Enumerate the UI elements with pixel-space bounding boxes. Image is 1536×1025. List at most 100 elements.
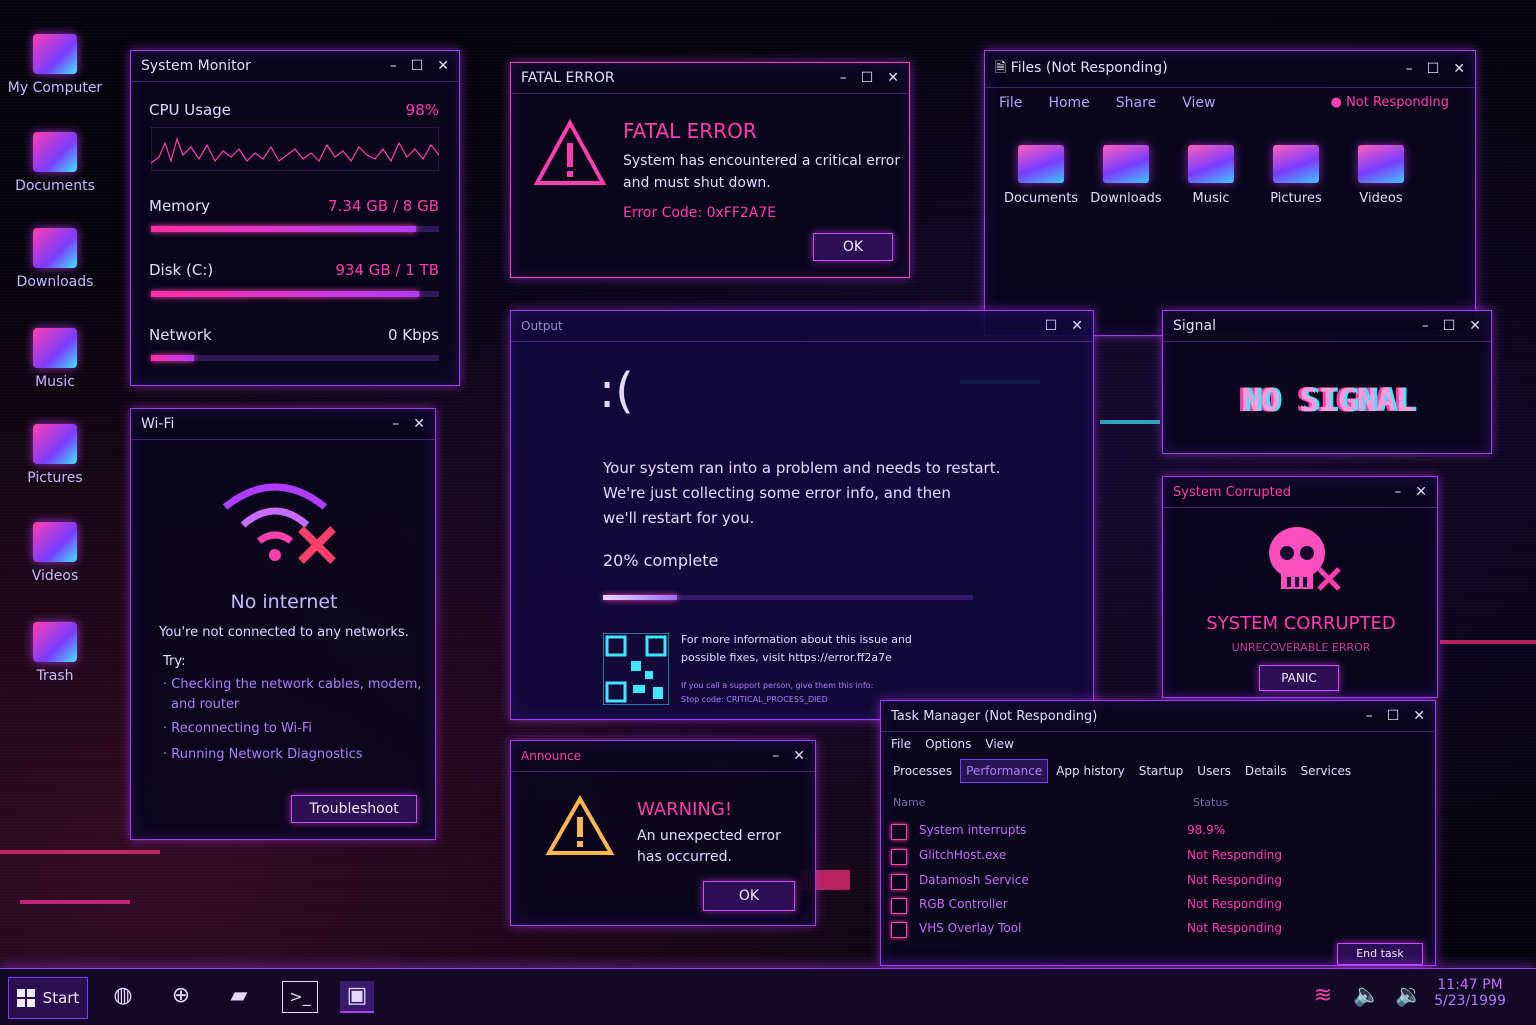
fatal-error-window: FATAL ERROR – ☐ ✕ FATAL ERROR System has… [510, 62, 910, 278]
table-row[interactable]: RGB Controller Not Responding [881, 895, 1421, 917]
bsod-titlebar[interactable]: Output ☐ ✕ [511, 311, 1093, 342]
minimize-icon[interactable]: – [1394, 484, 1401, 500]
wifi-off-icon[interactable]: ≋ [1306, 981, 1340, 1011]
globe-icon[interactable]: ◍ [106, 981, 140, 1011]
tab-services[interactable]: Services [1295, 759, 1358, 783]
minimize-icon[interactable]: – [392, 416, 399, 432]
table-row[interactable]: GlitchHost.exe Not Responding [881, 846, 1421, 868]
column-status-header[interactable]: Status [1193, 796, 1228, 809]
bsod-stop-code: Stop code: CRITICAL_PROCESS_DIED [681, 695, 828, 704]
files-titlebar[interactable]: 🗎 Files (Not Responding) – ☐ ✕ [985, 51, 1475, 88]
tm-menu-file[interactable]: File [891, 737, 911, 751]
column-name-header[interactable]: Name [893, 796, 925, 809]
minimize-icon[interactable]: – [1366, 708, 1373, 724]
fatal-error-titlebar[interactable]: FATAL ERROR – ☐ ✕ [511, 63, 909, 94]
table-row[interactable]: VHS Overlay Tool Not Responding [881, 919, 1421, 941]
tm-menu-view[interactable]: View [985, 737, 1013, 751]
panic-button[interactable]: PANIC [1259, 665, 1339, 691]
folder-icon[interactable]: ▰ [222, 981, 256, 1011]
network-bar [151, 355, 439, 361]
close-icon[interactable]: ✕ [1413, 708, 1425, 724]
folder-music[interactable]: Music [1171, 145, 1251, 206]
folder-downloads[interactable]: Downloads [1086, 145, 1166, 206]
music-note-icon [33, 328, 77, 368]
minimize-icon[interactable]: – [390, 58, 397, 74]
close-icon[interactable]: ✕ [887, 70, 899, 86]
table-row[interactable]: System interrupts 98.9% [881, 821, 1421, 843]
browser-icon[interactable]: ⊕ [164, 981, 198, 1011]
folder-videos[interactable]: Videos [1341, 145, 1421, 206]
disk-label: Disk (C:) [149, 261, 214, 279]
maximize-icon[interactable]: ☐ [1045, 318, 1058, 334]
files-menu-view[interactable]: View [1182, 95, 1215, 111]
close-icon[interactable]: ✕ [437, 58, 449, 74]
system-monitor-titlebar[interactable]: System Monitor – ☐ ✕ [131, 51, 459, 82]
desktop-icon-trash[interactable]: Trash [5, 622, 105, 684]
minimize-icon[interactable]: – [840, 70, 847, 86]
folder-pictures[interactable]: Pictures [1256, 145, 1336, 206]
corrupted-titlebar[interactable]: System Corrupted – ✕ [1163, 477, 1437, 508]
desktop-icon-documents[interactable]: Documents [5, 132, 105, 194]
maximize-icon[interactable]: ☐ [1443, 318, 1456, 334]
fatal-error-ok-button[interactable]: OK [813, 233, 893, 261]
volume-icon[interactable]: 🔈 [1350, 981, 1384, 1011]
troubleshoot-button[interactable]: Troubleshoot [291, 795, 417, 823]
tab-app-history[interactable]: App history [1050, 759, 1131, 783]
windows-logo-icon [16, 989, 35, 1007]
wifi-tip-2[interactable]: · Reconnecting to Wi-Fi [163, 721, 312, 736]
tab-performance[interactable]: Performance [960, 759, 1049, 783]
close-icon[interactable]: ✕ [793, 748, 805, 764]
end-task-button[interactable]: End task [1337, 943, 1423, 965]
desktop-icon-music[interactable]: Music [5, 328, 105, 390]
desktop-icon-my-computer[interactable]: My Computer [5, 34, 105, 96]
wifi-titlebar[interactable]: Wi-Fi – ✕ [131, 409, 435, 440]
minimize-icon[interactable]: – [772, 748, 779, 764]
disk-value: 934 GB / 1 TB [335, 261, 439, 279]
tab-details[interactable]: Details [1239, 759, 1293, 783]
bsod-support-line: If you call a support person, give them … [681, 681, 874, 690]
image-viewer-icon[interactable]: ▣ [340, 981, 374, 1013]
files-menu-home[interactable]: Home [1048, 95, 1089, 111]
folder-icon [1358, 145, 1404, 183]
table-row[interactable]: Datamosh Service Not Responding [881, 871, 1421, 893]
tm-menu-options[interactable]: Options [925, 737, 971, 751]
close-icon[interactable]: ✕ [413, 416, 425, 432]
wifi-tip-1b: and router [171, 697, 240, 712]
system-monitor-window: System Monitor – ☐ ✕ CPU Usage 98% Memor… [130, 50, 460, 386]
close-icon[interactable]: ✕ [1453, 61, 1465, 77]
process-icon [891, 824, 907, 840]
close-icon[interactable]: ✕ [1415, 484, 1427, 500]
files-menu-file[interactable]: File [999, 95, 1022, 111]
disk-bar [151, 291, 439, 297]
maximize-icon[interactable]: ☐ [1387, 708, 1400, 724]
close-icon[interactable]: ✕ [1071, 318, 1083, 334]
warning-titlebar[interactable]: Announce – ✕ [511, 741, 815, 772]
minimize-icon[interactable]: – [1422, 318, 1429, 334]
clock[interactable]: 11:47 PM 5/23/1999 [1430, 977, 1510, 1009]
folder-documents[interactable]: Documents [1001, 145, 1081, 206]
desktop-icon-videos[interactable]: Videos [5, 522, 105, 584]
signal-window: Signal – ☐ ✕ NO SIGNAL [1162, 310, 1492, 454]
tab-users[interactable]: Users [1191, 759, 1237, 783]
desktop-icon-pictures[interactable]: Pictures [5, 424, 105, 486]
maximize-icon[interactable]: ☐ [1427, 61, 1440, 77]
cpu-graph [151, 127, 439, 171]
wifi-tip-3[interactable]: · Running Network Diagnostics [163, 747, 363, 762]
task-manager-titlebar[interactable]: Task Manager (Not Responding) – ☐ ✕ [881, 701, 1435, 732]
tab-startup[interactable]: Startup [1133, 759, 1190, 783]
desktop-icon-downloads[interactable]: Downloads [5, 228, 105, 290]
maximize-icon[interactable]: ☐ [411, 58, 424, 74]
close-icon[interactable]: ✕ [1469, 318, 1481, 334]
files-menu: File Home Share View [999, 95, 1215, 111]
minimize-icon[interactable]: – [1406, 61, 1413, 77]
maximize-icon[interactable]: ☐ [861, 70, 874, 86]
skull-icon [1269, 527, 1341, 591]
start-button[interactable]: Start [8, 977, 88, 1019]
files-menu-share[interactable]: Share [1116, 95, 1156, 111]
tab-processes[interactable]: Processes [887, 759, 958, 783]
speaker-icon[interactable]: 🔉 [1392, 981, 1426, 1011]
terminal-icon[interactable]: >_ [282, 981, 318, 1013]
warning-ok-button[interactable]: OK [703, 881, 795, 911]
bsod-line-3: we'll restart for you. [603, 509, 755, 527]
signal-titlebar[interactable]: Signal – ☐ ✕ [1163, 311, 1491, 342]
